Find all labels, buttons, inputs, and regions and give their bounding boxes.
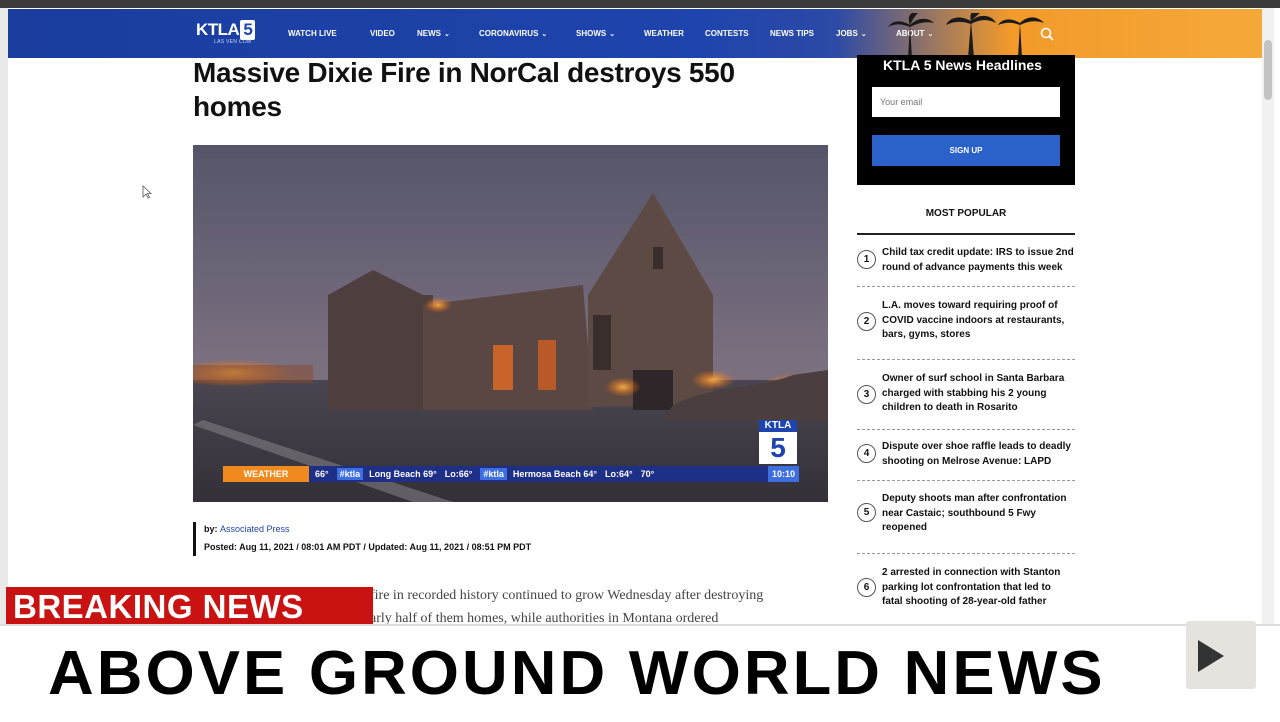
ticker-item: Hermosa Beach 64°: [512, 469, 598, 479]
ticker-item: 66°: [315, 469, 329, 479]
ticker-hashtag: #ktla: [480, 468, 507, 480]
nav-contests[interactable]: CONTESTS: [705, 29, 749, 38]
nav-coronavirus[interactable]: CORONAVIRUS ⌄: [479, 29, 547, 38]
popular-link[interactable]: Child tax credit update: IRS to issue 2n…: [882, 246, 1074, 275]
rank-number: 3: [857, 385, 876, 404]
ktla5-channel-bug: KTLA 5: [759, 420, 797, 466]
ticker-item: Lo:66°: [444, 469, 473, 479]
popular-link[interactable]: L.A. moves toward requiring proof of COV…: [882, 299, 1074, 343]
most-popular-title: MOST POPULAR: [925, 208, 1007, 219]
nav-video[interactable]: VIDEO: [370, 29, 395, 38]
channel-name: ABOVE GROUND WORLD NEWS: [48, 639, 1106, 708]
post-dates: Posted: Aug 11, 2021 / 08:01 AM PDT / Up…: [204, 542, 532, 552]
email-field[interactable]: [872, 87, 1060, 117]
rank-number: 6: [857, 578, 876, 597]
nav-weather[interactable]: WEATHER: [644, 29, 684, 38]
byline-author-row: by: Associated Press: [204, 524, 531, 534]
logo-subtitle: LAS VEN COM: [214, 39, 252, 45]
play-icon[interactable]: [1198, 640, 1224, 672]
divider: [857, 553, 1075, 554]
browser-top-strip: [0, 0, 1280, 8]
divider: [857, 286, 1075, 287]
divider: [857, 429, 1075, 430]
palm-tree-decoration: [888, 13, 1048, 58]
newsletter-title: KTLA 5 News Headlines: [883, 57, 1042, 73]
nav-watch-live[interactable]: WATCH LIVE: [288, 29, 337, 38]
rank-number: 1: [857, 250, 876, 269]
ticker-item: Long Beach 69°: [369, 469, 437, 479]
nav-shows[interactable]: SHOWS ⌄: [576, 29, 615, 38]
ticker-time: 10:10: [767, 466, 799, 482]
byline-prefix: by:: [204, 524, 218, 534]
hero-video-image[interactable]: KTLA 5 WEATHER 66° #ktla Long Beach 69° …: [193, 145, 828, 502]
most-popular-rule: [857, 233, 1075, 235]
popular-link[interactable]: Dispute over shoe raffle leads to deadly…: [882, 440, 1074, 469]
ticker-weather-label: WEATHER: [223, 466, 309, 482]
divider: [857, 480, 1075, 481]
chevron-down-icon: ⌄: [860, 31, 867, 38]
breaking-news-label: BREAKING NEWS: [13, 588, 304, 625]
newsletter-signup: KTLA 5 News Headlines SIGN UP: [857, 55, 1075, 185]
burning-building-scene: [193, 145, 828, 502]
scrollbar-track[interactable]: [1262, 8, 1274, 628]
chevron-down-icon: ⌄: [444, 31, 450, 38]
rank-number: 2: [857, 312, 876, 331]
bug-five-text: 5: [759, 432, 797, 464]
sign-up-button[interactable]: SIGN UP: [872, 135, 1060, 166]
body-line: fire in recorded history continued to gr…: [370, 588, 764, 603]
chevron-down-icon: ⌄: [541, 31, 548, 38]
site-header: KTLA 5 LAS VEN COM WATCH LIVE VIDEO NEWS ⌄…: [8, 9, 1262, 58]
divider: [857, 359, 1075, 360]
scrollbar-thumb[interactable]: [1264, 40, 1272, 100]
page-left-margin: [0, 8, 8, 628]
chevron-down-icon: ⌄: [609, 31, 616, 38]
ktla-logo[interactable]: KTLA 5: [196, 20, 256, 40]
article-byline: by: Associated Press Posted: Aug 11, 202…: [193, 522, 531, 556]
rank-number: 4: [857, 444, 876, 463]
nav-jobs[interactable]: JOBS ⌄: [836, 29, 867, 38]
mouse-cursor-icon: [142, 185, 152, 199]
ticker-item: Lo:64°: [605, 469, 633, 479]
popular-link[interactable]: Owner of surf school in Santa Barbara ch…: [882, 372, 1074, 416]
ticker-temp: 70°: [640, 469, 655, 479]
breaking-news-banner: BREAKING NEWS: [6, 587, 373, 625]
bug-ktla-text: KTLA: [759, 420, 797, 432]
popular-link[interactable]: 2 arrested in connection with Stanton pa…: [882, 566, 1074, 610]
weather-ticker: WEATHER 66° #ktla Long Beach 69° Lo:66° …: [223, 466, 799, 482]
popular-link[interactable]: Deputy shoots man after confrontation ne…: [882, 492, 1074, 536]
article-headline: Massive Dixie Fire in NorCal destroys 55…: [193, 57, 735, 122]
nav-news[interactable]: NEWS ⌄: [417, 29, 450, 38]
search-icon[interactable]: [1040, 27, 1054, 41]
rank-number: 5: [857, 503, 876, 522]
ticker-hashtag: #ktla: [336, 468, 364, 480]
nav-news-tips[interactable]: NEWS TIPS: [770, 29, 814, 38]
author-link[interactable]: Associated Press: [220, 524, 290, 534]
